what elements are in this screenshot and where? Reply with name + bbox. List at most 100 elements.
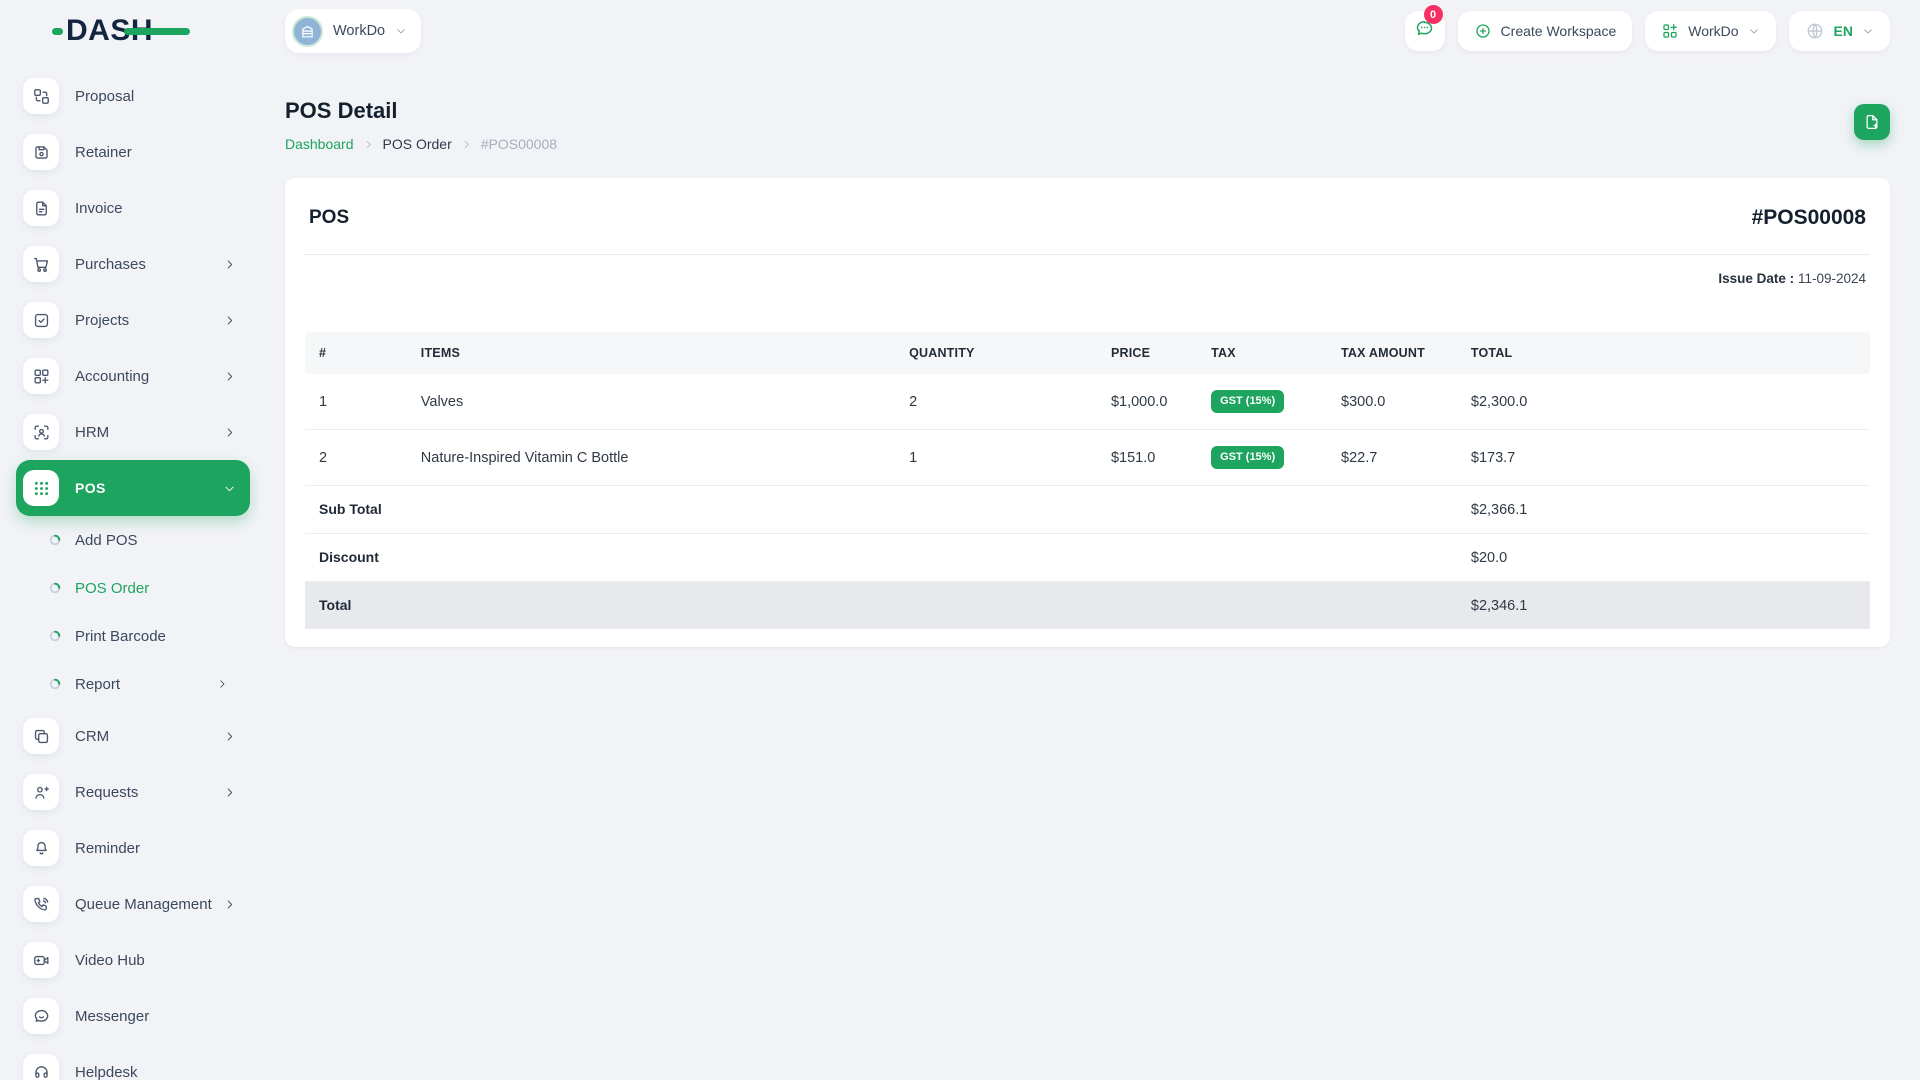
breadcrumb-dashboard[interactable]: Dashboard <box>285 134 354 154</box>
plus-circle-icon <box>1474 22 1492 40</box>
breadcrumb: Dashboard POS Order #POS00008 <box>285 134 557 154</box>
chevron-right-icon <box>223 898 236 911</box>
cell-total: $173.7 <box>1470 429 1870 486</box>
tax-badge: GST (15%) <box>1211 390 1285 413</box>
sidebar-item-proposal[interactable]: Proposal <box>16 68 250 124</box>
workspace-name: WorkDo <box>333 23 386 39</box>
cell-tax-amount: $300.0 <box>1341 374 1471 430</box>
pos-items-table: # ITEMS QUANTITY PRICE TAX TAX AMOUNT TOTAL 1V… <box>305 332 1870 629</box>
video-hub-icon <box>23 942 59 978</box>
pos-summary-row-discount: Discount $20.0 <box>305 533 1870 582</box>
chevron-down-icon <box>1748 25 1760 37</box>
workspace-selector[interactable]: WorkDo <box>285 9 422 53</box>
language-label: EN <box>1833 23 1853 39</box>
chevron-right-icon <box>216 678 228 690</box>
sidebar-item-projects[interactable]: Projects <box>16 292 250 348</box>
messages-button[interactable]: 0 <box>1404 5 1445 51</box>
workspace-menu-label: WorkDo <box>1688 23 1739 39</box>
chevron-right-icon <box>461 139 472 150</box>
shell: Proposal Retainer Invoice Purchases Projects… <box>0 62 1920 1080</box>
cell-tax: GST (15%) <box>1211 429 1341 486</box>
sidebar-item-video-hub[interactable]: Video Hub <box>16 932 250 988</box>
breadcrumb-current: #POS00008 <box>480 136 558 152</box>
language-menu-button[interactable]: EN <box>1788 11 1890 51</box>
sidebar-subitem-report[interactable]: Report <box>16 660 250 708</box>
cell-total: $2,300.0 <box>1470 374 1870 430</box>
card-title: POS <box>309 207 350 228</box>
sidebar-item-messenger[interactable]: Messenger <box>16 988 250 1044</box>
retainer-icon <box>23 134 59 170</box>
sidebar-item-purchases[interactable]: Purchases <box>16 236 250 292</box>
page-title: POS Detail <box>285 98 398 123</box>
requests-icon <box>23 774 59 810</box>
top-bar: DASH WorkDo 0 Create Workspace WorkDo EN <box>0 0 1920 62</box>
messenger-icon <box>23 998 59 1034</box>
create-workspace-label: Create Workspace <box>1500 23 1617 39</box>
sidebar-item-label: Projects <box>75 311 130 329</box>
breadcrumb-pos-order[interactable]: POS Order <box>383 134 452 154</box>
card-header: POS #POS00008 <box>305 178 1870 255</box>
logo-zone: DASH <box>0 14 260 48</box>
workspace-menu-button[interactable]: WorkDo <box>1645 11 1776 51</box>
globe-icon <box>1805 21 1825 41</box>
summary-label: Sub Total <box>319 501 382 517</box>
chevron-right-icon <box>223 258 236 271</box>
sidebar-item-accounting[interactable]: Accounting <box>16 348 250 404</box>
sidebar-item-hrm[interactable]: HRM <box>16 404 250 460</box>
sidebar-item-pos[interactable]: POS <box>16 460 250 516</box>
main-content: POS Detail Dashboard POS Order #POS00008… <box>260 62 1920 1080</box>
sidebar-item-label: Reminder <box>75 839 141 857</box>
sidebar-item-label: Invoice <box>75 199 123 217</box>
pos-icon <box>23 470 59 506</box>
chevron-right-icon <box>223 786 236 799</box>
pos-summary-row-total: Total $2,346.1 <box>305 581 1870 629</box>
sub-bullet-icon <box>49 678 61 690</box>
table-header-row: # ITEMS QUANTITY PRICE TAX TAX AMOUNT TOTAL <box>305 332 1870 374</box>
accounting-icon <box>23 358 59 394</box>
summary-label-cell: Total <box>305 581 1471 629</box>
create-workspace-button[interactable]: Create Workspace <box>1457 11 1633 51</box>
pos-detail-card: POS #POS00008 Issue Date : 11-09-2024 # I… <box>285 178 1890 647</box>
chevron-right-icon <box>223 730 236 743</box>
grid-plus-icon <box>1661 22 1679 40</box>
sidebar-item-label: Retainer <box>75 143 132 161</box>
sidebar-item-label: Accounting <box>75 367 150 385</box>
column-header-items: ITEMS <box>420 332 910 374</box>
cell-index: 2 <box>305 429 421 486</box>
column-header-price: PRICE <box>1110 332 1212 374</box>
summary-label-cell: Sub Total <box>305 485 1471 534</box>
sidebar-subitem-add-pos[interactable]: Add POS <box>16 516 250 564</box>
chevron-down-icon <box>395 25 407 37</box>
sidebar-item-requests[interactable]: Requests <box>16 764 250 820</box>
sidebar-item-retainer[interactable]: Retainer <box>16 124 250 180</box>
summary-label: Discount <box>319 549 379 565</box>
chevron-down-icon <box>223 482 236 495</box>
export-pos-button[interactable] <box>1854 104 1890 140</box>
cell-item: Nature-Inspired Vitamin C Bottle <box>420 429 910 486</box>
cell-tax: GST (15%) <box>1211 374 1341 430</box>
chevron-right-icon <box>223 314 236 327</box>
sidebar-subitem-print-barcode[interactable]: Print Barcode <box>16 612 250 660</box>
sidebar-item-crm[interactable]: CRM <box>16 708 250 764</box>
column-header-total: TOTAL <box>1470 332 1870 374</box>
sidebar-item-queue-management[interactable]: Queue Management <box>16 876 250 932</box>
sidebar-item-invoice[interactable]: Invoice <box>16 180 250 236</box>
reminder-icon <box>23 830 59 866</box>
issue-date-value: 11-09-2024 <box>1797 271 1866 286</box>
cell-index: 1 <box>305 374 421 430</box>
pos-item-row: 1 Valves 2 $1,000.0 GST (15%) $300.0 $2,300.0 <box>305 374 1870 430</box>
building-icon <box>292 15 323 47</box>
sidebar-subitem-pos-order[interactable]: POS Order <box>16 564 250 612</box>
messages-badge: 0 <box>1423 5 1443 24</box>
sidebar-item-reminder[interactable]: Reminder <box>16 820 250 876</box>
chevron-right-icon <box>363 139 374 150</box>
sub-bullet-icon <box>49 630 61 642</box>
column-header-tax: TAX <box>1211 332 1341 374</box>
cell-tax-amount: $22.7 <box>1341 429 1471 486</box>
sidebar-subitem-label: Add POS <box>75 531 138 549</box>
summary-value-cell: $2,346.1 <box>1470 581 1870 629</box>
invoice-icon <box>23 190 59 226</box>
cell-quantity: 1 <box>909 429 1111 486</box>
sidebar-item-helpdesk[interactable]: Helpdesk <box>16 1044 250 1080</box>
sidebar-item-label: Video Hub <box>75 951 145 969</box>
